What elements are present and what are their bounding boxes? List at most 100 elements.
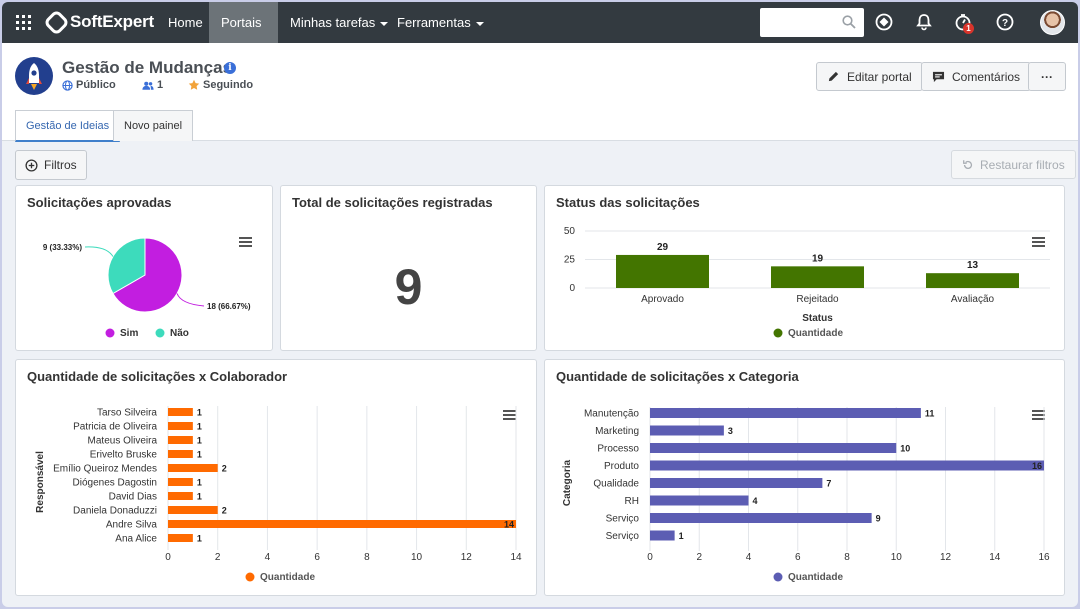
tab-novo-painel[interactable]: Novo painel <box>113 110 194 141</box>
nav-ferramentas[interactable]: Ferramentas <box>385 2 496 43</box>
portal-header: Gestão de Mudanças i Público 1 Seguindo … <box>2 43 1078 142</box>
x-tick-label: 14 <box>989 552 1001 563</box>
apps-grid-icon[interactable] <box>16 15 31 30</box>
user-avatar[interactable] <box>1040 10 1065 35</box>
legend-marker <box>105 328 115 338</box>
bar <box>650 408 921 418</box>
y-tick-label: Patricia de Oliveira <box>73 422 157 433</box>
follow-indicator[interactable]: Seguindo <box>188 79 253 91</box>
help-icon[interactable]: ? <box>995 12 1015 32</box>
pie-connector <box>84 246 114 257</box>
data-label: 1 <box>197 422 202 432</box>
bar <box>168 464 218 472</box>
x-tick-label: 2 <box>215 552 221 563</box>
bar <box>616 254 709 288</box>
bar <box>650 443 897 453</box>
data-label: 7 <box>826 479 831 489</box>
data-label: 4 <box>753 496 758 506</box>
edit-portal-label: Editar portal <box>847 69 912 84</box>
y-tick-label: Erivelto Bruske <box>90 450 158 461</box>
y-tick-label: 0 <box>569 283 575 294</box>
y-tick-label: 50 <box>564 226 576 237</box>
search-input[interactable] <box>760 8 864 37</box>
legend-label: Quantidade <box>788 572 843 583</box>
data-label: 1 <box>197 436 202 446</box>
brand-logo[interactable]: SoftExpert <box>43 8 154 36</box>
data-label: 1 <box>197 408 202 418</box>
users-icon <box>142 81 154 90</box>
bar <box>168 436 193 444</box>
x-tick-label: 4 <box>746 552 752 563</box>
tab-gestao-de-ideias[interactable]: Gestão de Ideias <box>15 110 121 142</box>
comment-icon <box>932 71 945 82</box>
data-label: 10 <box>900 444 910 454</box>
bar <box>771 266 864 288</box>
visibility-label: Público <box>76 79 116 91</box>
x-tick-label: 4 <box>265 552 271 563</box>
data-label: 1 <box>679 531 684 541</box>
brand-mark-icon <box>43 8 70 36</box>
legend-label: Quantidade <box>788 328 843 339</box>
page-title: Gestão de Mudanças <box>62 58 233 77</box>
edit-portal-button[interactable]: Editar portal <box>816 62 923 91</box>
nav-minhas-tarefas[interactable]: Minhas tarefas <box>278 2 400 43</box>
globe-icon <box>62 79 73 91</box>
members-count: 1 <box>157 79 164 91</box>
bar <box>650 425 724 436</box>
data-label: 14 <box>504 520 514 530</box>
top-navigation: SoftExpert Home Portais Minhas tarefas F… <box>2 2 1078 67</box>
data-label: 3 <box>728 426 733 436</box>
rocket-icon <box>15 57 53 95</box>
collaborator-requests-card: Quantidade de solicitações x Colaborador… <box>15 359 537 596</box>
y-tick-label: Manutenção <box>584 409 639 420</box>
pencil-icon <box>828 71 839 82</box>
bar <box>650 513 872 523</box>
comments-button[interactable]: Comentários <box>921 62 1032 91</box>
add-circle-icon[interactable] <box>874 12 894 32</box>
filters-label: Filtros <box>44 158 77 172</box>
bar <box>650 530 675 541</box>
pie-data-label: 18 (66.67%) <box>207 302 251 311</box>
chevron-down-icon <box>475 21 484 26</box>
bell-icon[interactable] <box>914 12 934 32</box>
y-tick-label: Serviço <box>606 514 640 525</box>
y-axis-title: Categoria <box>562 460 573 507</box>
y-tick-label: Ana Alice <box>115 534 157 545</box>
bar <box>168 422 193 430</box>
nav-minhas-tarefas-label: Minhas tarefas <box>290 15 376 30</box>
data-label: 1 <box>197 450 202 460</box>
restore-filters-button[interactable]: Restaurar filtros <box>951 150 1076 179</box>
nav-portais[interactable]: Portais <box>209 2 278 67</box>
y-tick-label: Diógenes Dagostin <box>73 478 158 489</box>
bar <box>168 450 193 458</box>
data-label: 2 <box>222 506 227 516</box>
y-tick-label: Mateus Oliveira <box>88 436 158 447</box>
more-options-button[interactable]: ··· <box>1028 62 1066 91</box>
x-tick-label: 12 <box>940 552 952 563</box>
info-icon[interactable]: i <box>224 62 236 74</box>
legend-marker <box>773 328 783 338</box>
add-circle-icon <box>25 158 38 172</box>
pie-data-label: 9 (33.33%) <box>43 243 82 252</box>
legend-marker <box>245 572 255 582</box>
members-indicator[interactable]: 1 <box>142 79 163 91</box>
x-tick-label: 0 <box>647 552 653 563</box>
notification-badge: 1 <box>963 23 974 34</box>
nav-ferramentas-label: Ferramentas <box>397 15 471 30</box>
bar <box>650 495 749 506</box>
x-tick-label: Rejeitado <box>796 294 839 305</box>
bar <box>168 520 516 528</box>
category-requests-card: Quantidade de solicitações x Categoria 0… <box>544 359 1065 596</box>
y-tick-label: Processo <box>597 444 639 455</box>
y-tick-label: Daniela Donaduzzi <box>73 506 157 517</box>
x-axis-title: Status <box>802 313 833 324</box>
x-tick-label: 6 <box>795 552 801 563</box>
bar <box>168 478 193 486</box>
data-label: 2 <box>222 464 227 474</box>
bar <box>650 478 823 488</box>
nav-home[interactable]: Home <box>156 2 215 43</box>
filters-button[interactable]: Filtros <box>15 150 87 180</box>
bar <box>168 534 193 542</box>
x-tick-label: 2 <box>696 552 702 563</box>
data-label: 13 <box>967 260 979 271</box>
